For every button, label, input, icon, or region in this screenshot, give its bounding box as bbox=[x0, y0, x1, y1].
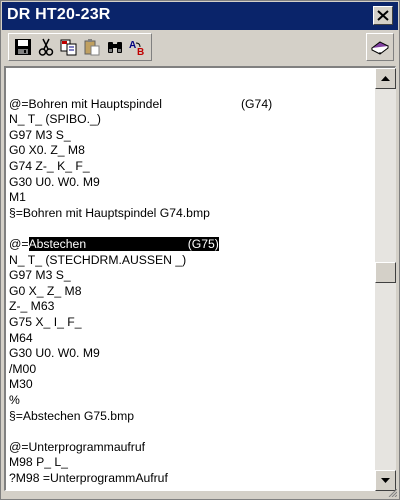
replace-icon-letter-b: B bbox=[137, 47, 144, 56]
code-line[interactable]: M30 bbox=[9, 377, 33, 392]
find-replace-icon: A B bbox=[129, 40, 144, 56]
selected-text[interactable]: Abstechen (G75) bbox=[28, 237, 219, 251]
code-line-text: @=Unterprogrammaufruf bbox=[9, 440, 145, 454]
selected-text-padding bbox=[86, 237, 188, 251]
code-line-text: M64 bbox=[9, 331, 33, 345]
code-line[interactable]: G74 Z-_ K_ F_ bbox=[9, 159, 90, 174]
code-line-text: Z-_ M63 bbox=[9, 299, 55, 313]
code-line-text: G74 Z-_ K_ F_ bbox=[9, 159, 90, 173]
code-line-text: G97 M3 S_ bbox=[9, 128, 71, 142]
code-line-text: G0 X_ Z_ M8 bbox=[9, 284, 82, 298]
binoculars-icon bbox=[107, 42, 122, 53]
toolbar: A B bbox=[2, 30, 398, 64]
find-button[interactable] bbox=[103, 36, 126, 58]
window-title: DR HT20-23R bbox=[7, 6, 111, 23]
selection-prefix: @= bbox=[9, 237, 29, 251]
close-icon bbox=[377, 10, 389, 21]
arrow-down-icon bbox=[381, 478, 390, 483]
book-icon bbox=[371, 41, 389, 55]
code-line-text: M98 P_ L_ bbox=[9, 455, 68, 469]
code-line-text: M30 bbox=[9, 377, 33, 391]
code-line-text: G0 X0. Z_ M8 bbox=[9, 143, 85, 157]
code-line-text: % bbox=[9, 393, 20, 407]
paste-icon bbox=[84, 39, 99, 56]
code-line[interactable]: G30 U0. W0. M9 bbox=[9, 346, 100, 361]
toolbar-group: A B bbox=[8, 33, 152, 61]
code-line-text: /M00 bbox=[9, 362, 37, 376]
code-line[interactable]: G30 U0. W0. M9 bbox=[9, 175, 100, 190]
code-line[interactable]: M64 bbox=[9, 331, 33, 346]
code-line-text: G30 U0. W0. M9 bbox=[9, 175, 100, 189]
copy-icon bbox=[60, 39, 76, 56]
code-line-text: §=Bohren mit Hauptspindel G74.bmp bbox=[9, 206, 210, 220]
code-line[interactable]: G75 X_ I_ F_ bbox=[9, 315, 82, 330]
scissors-icon bbox=[38, 38, 53, 56]
code-line-text: N_ T_ (SPIBO._) bbox=[9, 112, 101, 126]
resize-grip-icon[interactable] bbox=[383, 489, 397, 497]
editor-window: DR HT20-23R A B @=Bohren mit Hauptspinde… bbox=[0, 0, 400, 500]
code-line[interactable]: G0 X0. Z_ M8 bbox=[9, 143, 85, 158]
code-line[interactable]: @=Unterprogrammaufruf bbox=[9, 440, 145, 455]
code-line-text: N_ T_ (STECHDRM.AUSSEN _) bbox=[9, 253, 187, 267]
code-line[interactable]: G97 M3 S_ bbox=[9, 268, 71, 283]
code-line-selected[interactable]: @=Abstechen (G75) bbox=[9, 237, 219, 252]
copy-button[interactable] bbox=[57, 36, 80, 58]
code-line-text: G97 M3 S_ bbox=[9, 268, 71, 282]
code-line[interactable]: Z-_ M63 bbox=[9, 299, 54, 314]
code-line[interactable]: G97 M3 S_ bbox=[9, 128, 71, 143]
code-line-gcode-tag: (G74) bbox=[241, 97, 273, 111]
code-line-text: ?M98 =UnterprogrammAufruf bbox=[9, 471, 168, 485]
code-line-text: §=Abstechen G75.bmp bbox=[9, 409, 135, 423]
arrow-up-icon bbox=[381, 76, 390, 81]
code-line[interactable]: % bbox=[9, 393, 20, 408]
code-line[interactable]: N_ T_ (STECHDRM.AUSSEN _) bbox=[9, 253, 186, 268]
code-line-text: G30 U0. W0. M9 bbox=[9, 346, 100, 360]
code-line-text: M1 bbox=[9, 190, 26, 204]
code-line[interactable]: N_ T_ (SPIBO._) bbox=[9, 112, 101, 127]
code-line-text: @=Bohren mit Hauptspindel bbox=[9, 97, 162, 111]
replace-icon-letter-a: A bbox=[129, 40, 136, 51]
vertical-scrollbar[interactable] bbox=[375, 68, 396, 491]
selected-text-main: Abstechen bbox=[28, 237, 87, 251]
code-line[interactable]: G0 X_ Z_ M8 bbox=[9, 284, 81, 299]
scroll-up-button[interactable] bbox=[375, 68, 396, 89]
cut-button[interactable] bbox=[34, 36, 57, 58]
help-book-button[interactable] bbox=[366, 33, 394, 61]
floppy-disk-icon bbox=[14, 39, 31, 55]
code-line[interactable]: ?M98 =UnterprogrammAufruf bbox=[9, 471, 168, 486]
scroll-thumb[interactable] bbox=[375, 262, 396, 283]
code-line[interactable]: @=Bohren mit Hauptspindel (G74) bbox=[9, 97, 272, 112]
code-line[interactable]: §=Bohren mit Hauptspindel G74.bmp bbox=[9, 206, 210, 221]
code-line[interactable]: M98 P_ L_ bbox=[9, 455, 68, 470]
replace-button[interactable]: A B bbox=[126, 36, 149, 58]
selected-text-right: (G75) bbox=[187, 237, 219, 251]
code-line-text: G75 X_ I_ F_ bbox=[9, 315, 82, 329]
code-line[interactable]: M1 bbox=[9, 190, 26, 205]
code-editor[interactable]: @=Bohren mit Hauptspindel (G74) N_ T_ (SPI… bbox=[4, 66, 396, 491]
code-line[interactable]: /M00 bbox=[9, 362, 36, 377]
scroll-down-button[interactable] bbox=[375, 470, 396, 491]
title-bar[interactable]: DR HT20-23R bbox=[2, 2, 398, 30]
editor-text-area[interactable]: @=Bohren mit Hauptspindel (G74) N_ T_ (SPI… bbox=[6, 68, 375, 491]
close-button[interactable] bbox=[373, 6, 393, 25]
paste-button[interactable] bbox=[80, 36, 103, 58]
code-line[interactable]: §=Abstechen G75.bmp bbox=[9, 409, 134, 424]
save-button[interactable] bbox=[11, 36, 34, 58]
